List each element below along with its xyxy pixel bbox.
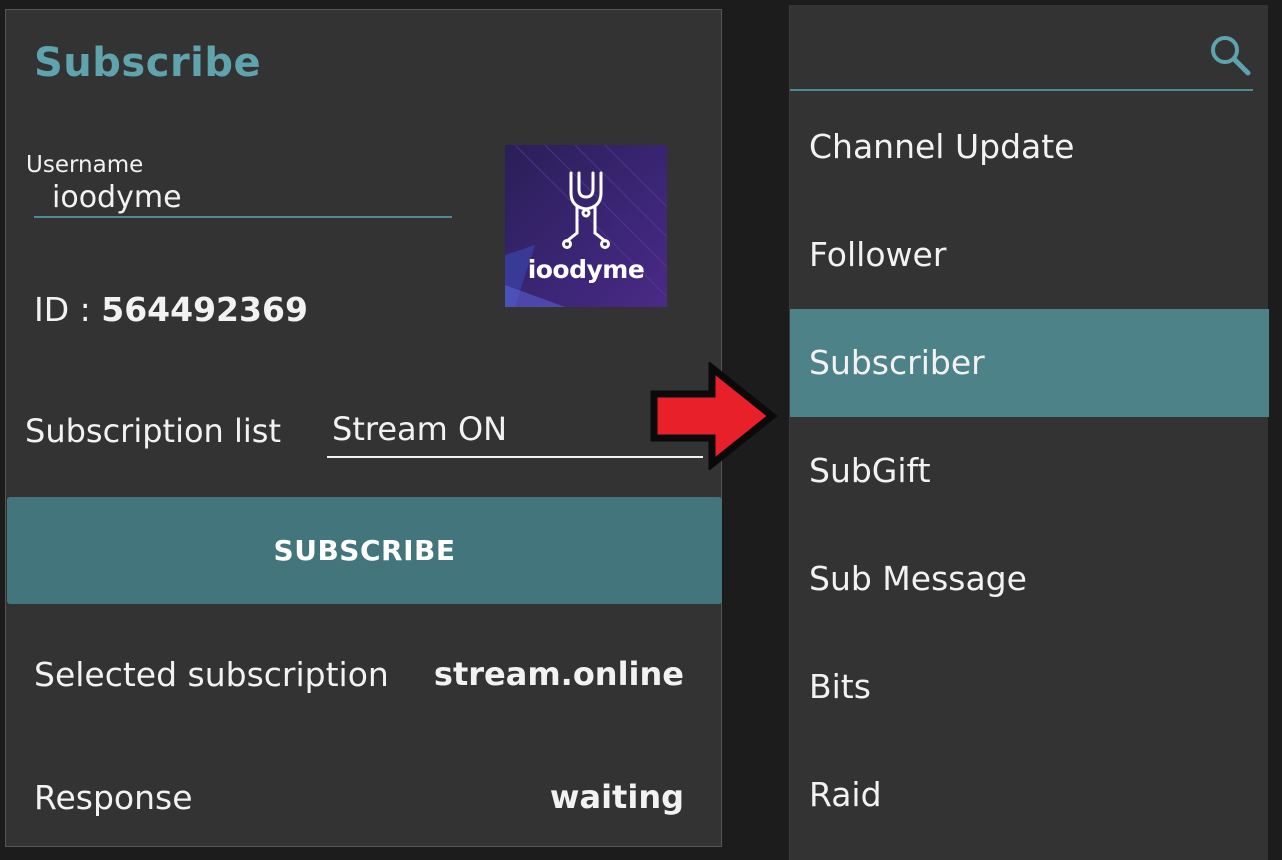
username-input[interactable] (34, 178, 452, 218)
menu-item-subgift[interactable]: SubGift (790, 417, 1269, 525)
subscription-type-list: Channel Update Follower Subscriber SubGift S… (790, 93, 1269, 849)
subscription-list-label: Subscription list (25, 412, 281, 450)
menu-item-bits[interactable]: Bits (790, 633, 1269, 741)
user-id-value: 564492369 (101, 290, 308, 329)
app-root: Subscribe Username ioodyme ioodyme ID: … (0, 0, 1282, 860)
menu-item-subscriber[interactable]: Subscriber (790, 309, 1269, 417)
subscription-dropdown: Channel Update Follower Subscriber SubGift S… (789, 5, 1269, 860)
subscription-list-select[interactable]: Stream ON (327, 410, 703, 458)
search-icon[interactable] (1208, 33, 1252, 77)
avatar: ioodyme (505, 145, 667, 307)
search-input[interactable] (800, 23, 1204, 71)
user-id-label: ID : (34, 290, 102, 329)
user-id: ID : 564492369 (34, 290, 308, 329)
menu-item-follower[interactable]: Follower (790, 201, 1269, 309)
username-label: Username (26, 152, 144, 178)
response-value: waiting (549, 778, 684, 816)
selected-subscription-label: Selected subscription (34, 655, 389, 694)
response-label: Response (34, 778, 193, 817)
subscribe-panel: Subscribe Username ioodyme ioodyme ID: … (5, 9, 722, 847)
menu-item-sub-message[interactable]: Sub Message (790, 525, 1269, 633)
selected-subscription-value: stream.online (433, 655, 684, 693)
menu-item-raid[interactable]: Raid (790, 741, 1269, 849)
avatar-brand-text: ioodyme (527, 255, 645, 284)
search-bar (790, 5, 1253, 91)
arrow-right-icon (650, 362, 778, 470)
subscribe-button[interactable]: SUBSCRIBE (7, 497, 722, 604)
panel-title: Subscribe (34, 40, 262, 86)
username-field-group: Username (26, 152, 452, 218)
menu-item-channel-update[interactable]: Channel Update (790, 93, 1269, 201)
